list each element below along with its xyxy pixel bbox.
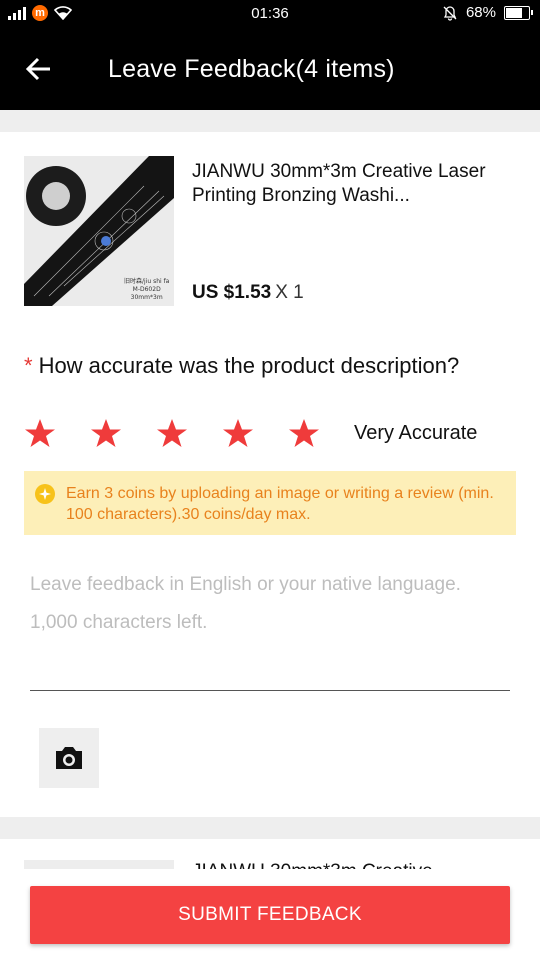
submit-bar: SUBMIT FEEDBACK (0, 869, 540, 960)
product-quantity: X 1 (275, 282, 304, 303)
star-icon[interactable] (288, 418, 320, 448)
rating-label: Very Accurate (354, 422, 478, 444)
required-mark: * (24, 353, 33, 378)
star-rating (24, 418, 320, 448)
rating-question: * How accurate was the product descriptio… (24, 353, 459, 379)
product-price-line: US $1.53 X 1 (192, 282, 304, 304)
coin-reward-banner: Earn 3 coins by uploading an image or wr… (24, 471, 516, 535)
thumbnail-caption: 旧时森/jiu shi fa M-D602D 30mm*3m (124, 278, 170, 301)
section-divider (0, 817, 540, 839)
add-photo-button[interactable] (39, 728, 99, 788)
star-icon[interactable] (156, 418, 188, 448)
status-bar: m 01:36 68% (0, 0, 540, 28)
page-title: Leave Feedback(4 items) (108, 55, 395, 83)
product-title[interactable]: JIANWU 30mm*3m Creative Laser Printing B… (192, 160, 502, 208)
camera-icon (56, 747, 82, 769)
product-price: US $1.53 (192, 282, 272, 303)
arrow-left-icon (25, 57, 50, 81)
bell-muted-icon (443, 5, 457, 21)
star-icon[interactable] (90, 418, 122, 448)
battery-percent: 68% (465, 4, 496, 21)
product-card: 旧时森/jiu shi fa M-D602D 30mm*3m JIANWU 30… (24, 156, 516, 306)
status-right-icons: 68% (442, 4, 533, 21)
question-text: How accurate was the product description… (38, 353, 460, 378)
coin-reward-text: Earn 3 coins by uploading an image or wr… (66, 485, 494, 523)
section-divider (0, 110, 540, 132)
app-bar: Leave Feedback(4 items) (0, 28, 540, 110)
star-icon[interactable] (222, 418, 254, 448)
coin-icon (35, 484, 55, 504)
star-icon[interactable] (24, 418, 56, 448)
back-button[interactable] (24, 54, 60, 86)
product-thumbnail[interactable]: 旧时森/jiu shi fa M-D602D 30mm*3m (24, 156, 174, 306)
battery-icon (504, 5, 533, 20)
submit-feedback-button[interactable]: SUBMIT FEEDBACK (30, 886, 510, 944)
feedback-textarea[interactable] (30, 560, 510, 691)
